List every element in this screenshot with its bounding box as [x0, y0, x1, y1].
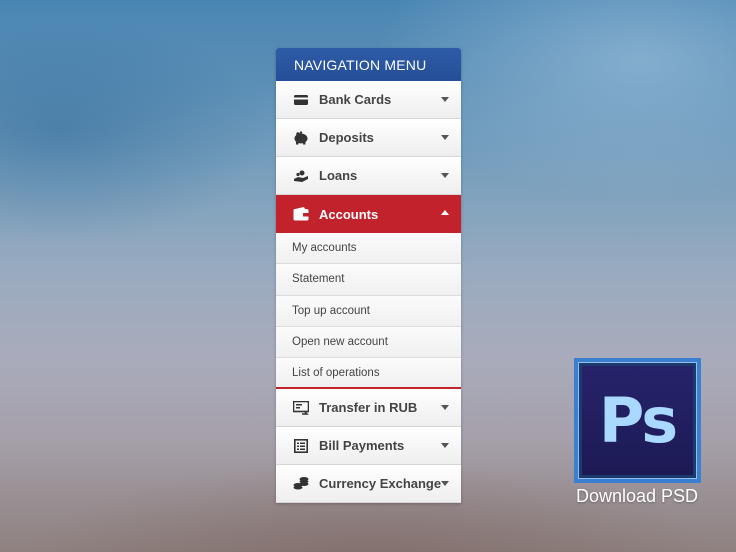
menu-item-label: Accounts: [319, 206, 379, 222]
hand-coins-icon: [292, 167, 310, 185]
menu-item-transfer[interactable]: Transfer in RUB: [276, 389, 461, 428]
submenu-item-top-up[interactable]: Top up account: [276, 295, 461, 327]
chevron-down-icon: [441, 97, 449, 102]
card-icon: [292, 91, 310, 109]
photoshop-logo-inner: Ps: [582, 366, 693, 475]
menu-item-label: Bank Cards: [319, 92, 392, 107]
photoshop-logo-icon[interactable]: Ps: [574, 358, 701, 483]
photoshop-logo-text: Ps: [598, 384, 678, 457]
menu-item-bank-cards[interactable]: Bank Cards: [276, 81, 461, 119]
chevron-down-icon: [441, 405, 449, 411]
menu-item-label: Loans: [319, 168, 358, 183]
menu-title: NAVIGATION MENU: [276, 48, 461, 81]
wallet-icon: [292, 205, 310, 223]
chevron-down-icon: [441, 481, 449, 487]
menu-item-accounts[interactable]: Accounts: [276, 195, 461, 233]
submenu-item-statement[interactable]: Statement: [276, 264, 461, 296]
chevron-up-icon: [441, 210, 449, 215]
submenu-item-open-account[interactable]: Open new account: [276, 326, 461, 359]
chevron-down-icon: [441, 135, 449, 140]
menu-item-label: Deposits: [319, 130, 374, 145]
chevron-down-icon: [441, 173, 449, 178]
chevron-down-icon: [441, 443, 449, 449]
menu-item-currency-exchange[interactable]: Currency Exchange: [276, 465, 461, 504]
transfer-icon: [292, 399, 310, 417]
menu-item-bill-payments[interactable]: Bill Payments: [276, 427, 461, 466]
menu-item-deposits[interactable]: Deposits: [276, 119, 461, 157]
download-psd-link[interactable]: Download PSD: [566, 486, 708, 507]
menu-item-loans[interactable]: Loans: [276, 157, 461, 195]
submenu-item-list-operations[interactable]: List of operations: [276, 358, 461, 390]
menu-item-label: Currency Exchange: [319, 476, 442, 492]
coins-stack-icon: [292, 475, 310, 493]
list-icon: [292, 437, 310, 455]
menu-item-label: Bill Payments: [319, 438, 405, 454]
piggy-bank-icon: [292, 129, 310, 147]
navigation-menu: NAVIGATION MENU Bank Cards Deposits Loan…: [276, 48, 461, 504]
submenu-item-my-accounts[interactable]: My accounts: [276, 233, 461, 265]
menu-item-label: Transfer in RUB: [319, 400, 418, 416]
